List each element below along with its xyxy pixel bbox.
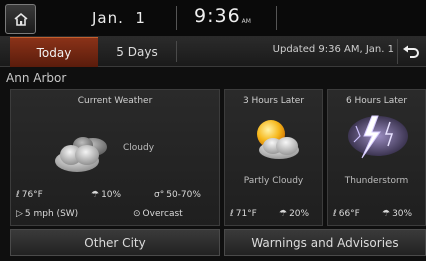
droplet-icon: σ° (154, 190, 165, 200)
forecast-3-hours-panel[interactable]: 3 Hours Later Partly Cloudy ℓ 71°F ☂ 20% (224, 89, 323, 226)
status-clock: 9:36 AM (194, 6, 251, 26)
warnings-advisories-button[interactable]: Warnings and Advisories (224, 229, 426, 256)
current-condition: Cloudy (123, 143, 155, 153)
status-divider (276, 6, 277, 30)
wind-flag-icon: ▷ (16, 209, 23, 219)
cloudy-icon (55, 137, 107, 172)
current-weather-panel[interactable]: Current Weather Cloudy ℓ 76°F ☂ 10% σ° 50-7… (10, 89, 220, 226)
forecast-6-hours-temperature: ℓ 66°F (333, 209, 360, 219)
tab-divider (176, 41, 177, 62)
thermometer-icon: ℓ (16, 190, 20, 200)
city-name: Ann Arbor (6, 71, 67, 85)
tab-5-days[interactable]: 5 Days (98, 37, 176, 66)
back-arrow-icon (403, 45, 419, 58)
umbrella-icon: ☂ (91, 190, 100, 200)
forecast-6-hours-title: 6 Hours Later (345, 96, 408, 106)
forecast-3-hours-temperature: ℓ 71°F (230, 209, 257, 219)
umbrella-icon: ☂ (382, 209, 391, 219)
forecast-3-hours-title: 3 Hours Later (242, 96, 305, 106)
thermometer-icon: ℓ (333, 209, 337, 219)
clock-ampm: AM (241, 18, 251, 25)
back-button[interactable] (397, 39, 424, 64)
sky-icon: ⊙ (133, 209, 141, 219)
thunderstorm-icon (348, 115, 408, 159)
current-humidity: σ° 50-70% (154, 190, 201, 200)
current-sky: ⊙ Overcast (133, 209, 183, 219)
partly-cloudy-icon (257, 120, 299, 159)
current-wind: ▷ 5 mph (SW) (16, 209, 79, 219)
home-button[interactable] (5, 4, 36, 34)
forecast-6-hours-condition: Thunderstorm (344, 176, 409, 186)
status-date: Jan. 1 (92, 9, 146, 27)
status-divider (176, 6, 177, 30)
clock-time: 9:36 (194, 5, 241, 27)
umbrella-icon: ☂ (279, 209, 288, 219)
updated-timestamp: Updated 9:36 AM, Jan. 1 (272, 44, 394, 55)
forecast-6-hours-precipitation: ☂ 30% (382, 209, 413, 219)
home-icon (13, 12, 28, 26)
forecast-3-hours-condition: Partly Cloudy (243, 176, 304, 186)
tab-today[interactable]: Today (10, 37, 98, 67)
other-city-button[interactable]: Other City (10, 229, 220, 256)
thermometer-icon: ℓ (230, 209, 234, 219)
current-weather-title: Current Weather (77, 96, 153, 106)
forecast-3-hours-precipitation: ☂ 20% (279, 209, 310, 219)
current-precipitation: ☂ 10% (91, 190, 122, 200)
forecast-6-hours-panel[interactable]: 6 Hours Later Thunderstorm ℓ 66°F ☂ 30% (327, 89, 426, 226)
current-temperature: ℓ 76°F (16, 190, 43, 200)
